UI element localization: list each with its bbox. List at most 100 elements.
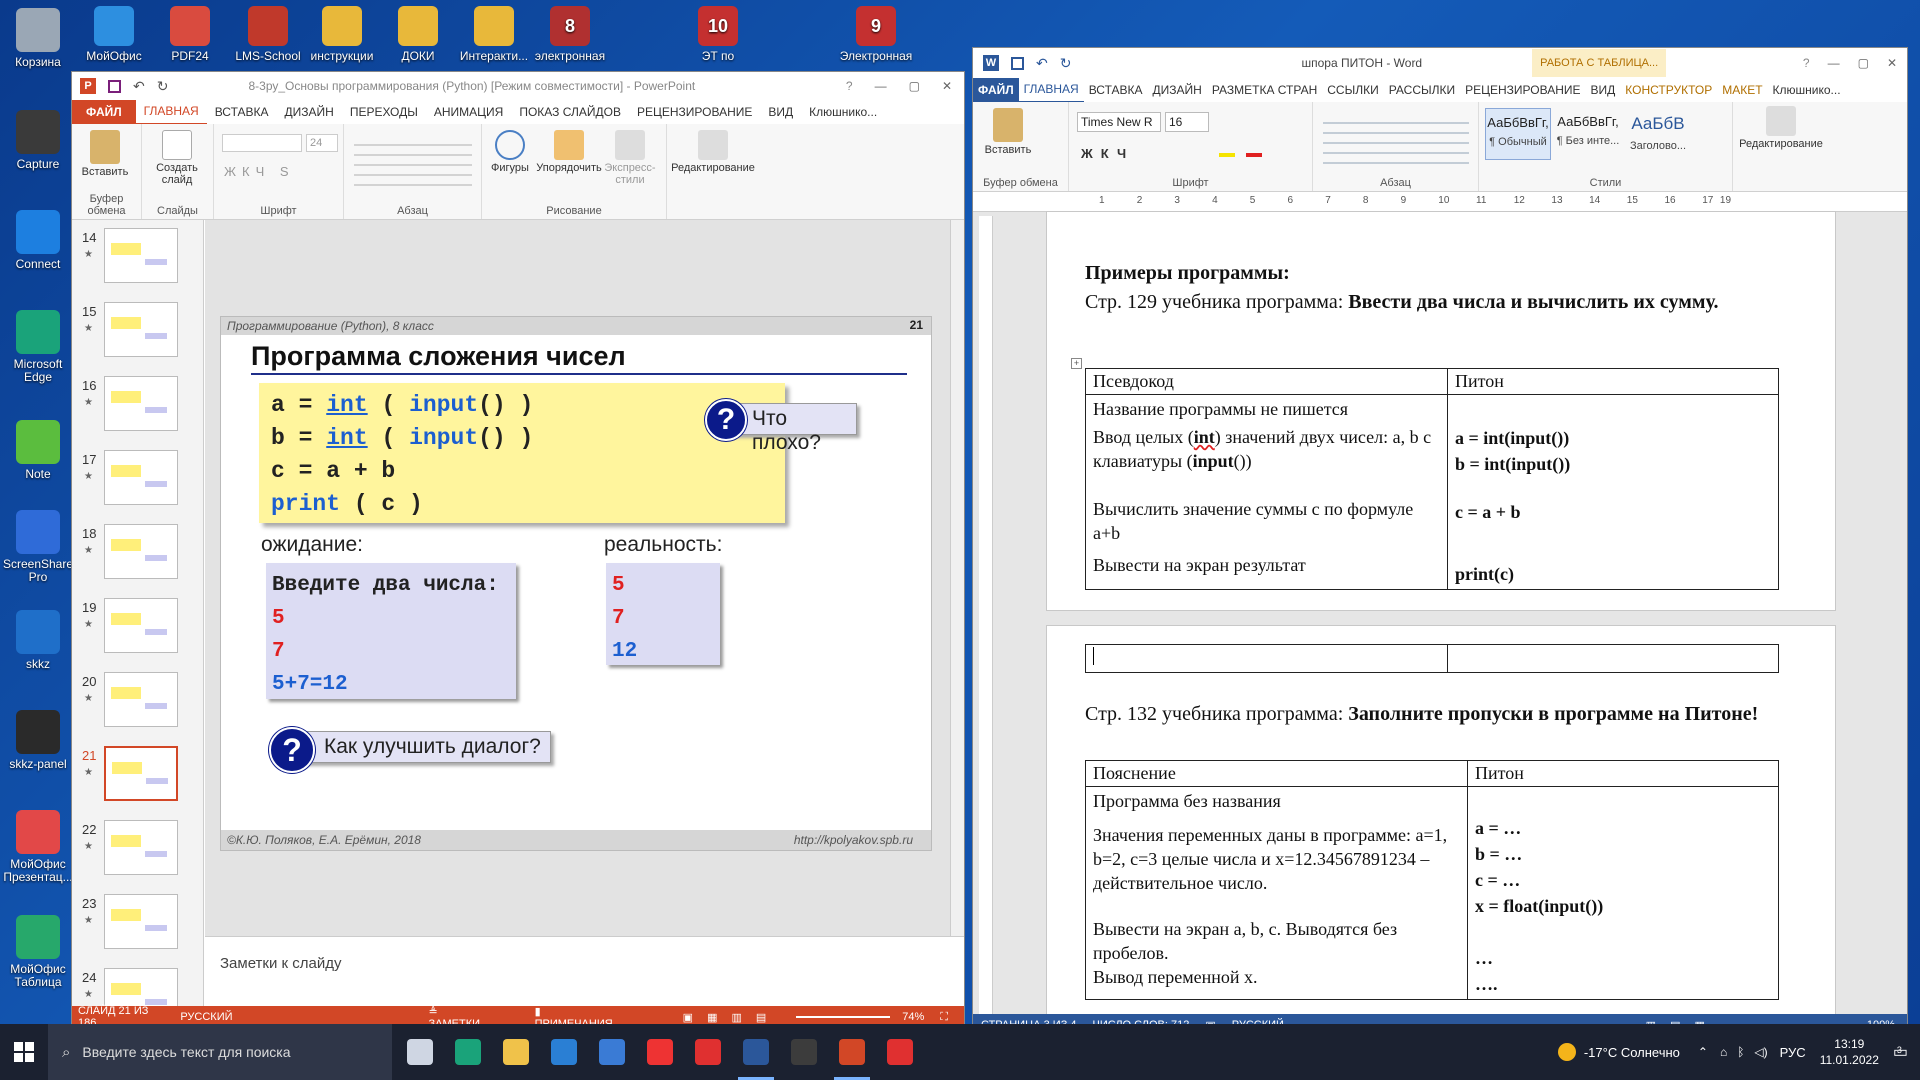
desktop-icon[interactable]: Microsoft Edge	[0, 310, 76, 384]
desktop-icon[interactable]: ScreenShare Pro	[0, 510, 76, 584]
ribbon-tab[interactable]: РАЗМЕТКА СТРАН	[1207, 78, 1322, 102]
style-gallery-item[interactable]: АаБбВвГг, ¶ Обычный	[1485, 108, 1551, 160]
notification-center-button[interactable]: ▭ 3	[1893, 1042, 1908, 1062]
ribbon-tab[interactable]: Клюшнико...	[801, 100, 885, 124]
taskbar-app-powerpoint[interactable]	[828, 1024, 876, 1080]
taskbar-app-task-view[interactable]	[396, 1024, 444, 1080]
taskbar-app-yandex-music[interactable]	[636, 1024, 684, 1080]
paragraph-buttons[interactable]	[354, 136, 472, 186]
desktop-icon[interactable]: 8 электронная	[532, 6, 608, 63]
save-icon[interactable]	[1011, 56, 1024, 70]
zoom-level[interactable]: 74%	[902, 1011, 924, 1023]
maximize-button[interactable]: ▢	[1858, 56, 1869, 70]
clock[interactable]: 13:19 11.01.2022	[1820, 1036, 1879, 1068]
search-box[interactable]: ⌕ Введите здесь текст для поиска	[48, 1024, 392, 1080]
desktop-icon[interactable]: LMS-School	[230, 6, 306, 63]
ribbon-tab[interactable]: ФАЙЛ	[973, 78, 1019, 102]
ribbon-tab[interactable]: ВСТАВКА	[1084, 78, 1148, 102]
desktop-icon[interactable]: Корзина	[0, 8, 76, 69]
desktop-icon[interactable]: PDF24	[152, 6, 228, 63]
taskbar-app-mail[interactable]	[540, 1024, 588, 1080]
taskbar-app-yandex[interactable]	[684, 1024, 732, 1080]
ribbon-tab[interactable]: МАКЕТ	[1717, 78, 1767, 102]
ribbon-tab[interactable]: ССЫЛКИ	[1322, 78, 1383, 102]
paragraph-buttons[interactable]	[1323, 114, 1469, 164]
desktop-icon[interactable]: Note	[0, 420, 76, 481]
ribbon-tab[interactable]: КОНСТРУКТОР	[1620, 78, 1717, 102]
new-slide-button[interactable]: Создать слайд	[152, 130, 202, 186]
empty-table[interactable]	[1085, 644, 1779, 673]
font-size-select[interactable]: 16	[1165, 112, 1209, 132]
desktop-icon[interactable]: skkz	[0, 610, 76, 671]
ribbon-tab[interactable]: ВИД	[1586, 78, 1621, 102]
style-gallery-item[interactable]: АаБбВ Заголово...	[1625, 108, 1691, 160]
table-move-handle[interactable]: +	[1071, 358, 1082, 369]
language-indicator[interactable]: РУССКИЙ	[180, 1011, 232, 1023]
ribbon-tab[interactable]: ДИЗАЙН	[277, 100, 342, 124]
bluetooth-icon[interactable]: ᛒ	[1737, 1045, 1744, 1059]
editing-button[interactable]: Редактирование	[671, 130, 755, 174]
font-name-select[interactable]: Times New R	[1077, 112, 1161, 132]
minimize-button[interactable]: —	[1828, 56, 1840, 70]
horizontal-ruler[interactable]: 1 2 3 4 5 6 7 8 9 10 11 12 13 14 15 16 17 19	[973, 192, 1907, 212]
desktop-icon[interactable]: 10 ЭТ по	[680, 6, 756, 63]
editing-button[interactable]: Редактирование	[1737, 106, 1825, 150]
pseudocode-table[interactable]: Псевдокод Питон Название программы не пиш…	[1085, 368, 1779, 590]
desktop-icon[interactable]: МойОфис Презентац...	[0, 810, 76, 884]
ribbon-tab[interactable]: РЕЦЕНЗИРОВАНИЕ	[1460, 78, 1585, 102]
ribbon-tab[interactable]: ДИЗАЙН	[1148, 78, 1207, 102]
style-gallery-item[interactable]: АаБбВвГг, ¶ Без инте...	[1555, 108, 1621, 160]
slide-thumbnail[interactable]: 22 ★	[72, 818, 203, 890]
desktop-icon[interactable]: МойОфис Таблица	[0, 915, 76, 989]
ribbon-tab[interactable]: ПОКАЗ СЛАЙДОВ	[511, 100, 629, 124]
fill-gaps-table[interactable]: Пояснение Питон Программа без названия Зн…	[1085, 760, 1779, 1000]
slide-thumbnail[interactable]: 23 ★	[72, 892, 203, 964]
slide-thumbnail[interactable]: 24 ★	[72, 966, 203, 1006]
minimize-button[interactable]: —	[875, 79, 887, 93]
undo-icon[interactable]: ↶	[1036, 55, 1048, 72]
font-format-buttons[interactable]: ЖКЧ	[1081, 146, 1134, 161]
slide-scrollbar[interactable]	[950, 220, 964, 936]
desktop-icon[interactable]: Интеракти...	[456, 6, 532, 63]
taskbar-app-explorer[interactable]	[492, 1024, 540, 1080]
quick-styles-button[interactable]: Экспресс-стили	[602, 130, 658, 186]
ribbon-tab[interactable]: АНИМАЦИЯ	[426, 100, 511, 124]
font-color-swatches[interactable]	[1219, 146, 1263, 160]
ribbon-tab[interactable]: Клюшнико...	[1768, 78, 1846, 102]
taskbar-app-word[interactable]	[732, 1024, 780, 1080]
font-size-select[interactable]: 24	[306, 134, 338, 152]
ribbon-tab[interactable]: ВИД	[760, 100, 801, 124]
weather-icon[interactable]	[1557, 1043, 1576, 1061]
slide-thumbnail[interactable]: 21 ★	[72, 744, 203, 816]
slide-thumbnail[interactable]: 16 ★	[72, 374, 203, 446]
document-page-1[interactable]: Примеры программы: Стр. 129 учебника про…	[1047, 212, 1835, 610]
undo-icon[interactable]: ↶	[133, 78, 145, 95]
input-language[interactable]: РУС	[1780, 1045, 1806, 1060]
taskbar-app-abbyy[interactable]	[780, 1024, 828, 1080]
view-buttons[interactable]: ▣▦▥▤	[683, 1011, 781, 1024]
fit-slide-icon[interactable]: ⛶	[940, 1011, 948, 1024]
font-format-buttons[interactable]: ЖКЧ S	[224, 164, 295, 179]
taskbar-app-yandex-browser[interactable]	[876, 1024, 924, 1080]
network-icon[interactable]: ⌂	[1720, 1045, 1727, 1059]
document-page-2[interactable]: Стр. 132 учебника программа: Заполните п…	[1047, 626, 1835, 1026]
ribbon-tab[interactable]: ГЛАВНАЯ	[135, 99, 207, 125]
redo-icon[interactable]: ↻	[157, 78, 169, 95]
paste-button[interactable]: Вставить	[80, 130, 130, 178]
slide-thumbnail[interactable]: 17 ★	[72, 448, 203, 520]
desktop-icon[interactable]: 9 Электронная	[838, 6, 914, 63]
arrange-button[interactable]: Упорядочить	[534, 130, 604, 174]
close-button[interactable]: ✕	[1887, 56, 1897, 70]
paste-button[interactable]: Вставить	[983, 108, 1033, 156]
weather-text[interactable]: -17°C Солнечно	[1584, 1045, 1680, 1060]
desktop-icon[interactable]: МойОфис	[76, 6, 152, 63]
ribbon-tab[interactable]: ГЛАВНАЯ	[1018, 77, 1084, 103]
desktop-icon[interactable]: skkz-panel	[0, 710, 76, 771]
taskbar-app-store[interactable]	[588, 1024, 636, 1080]
save-icon[interactable]	[108, 79, 121, 93]
slide-thumbnail[interactable]: 18 ★	[72, 522, 203, 594]
slide-thumbnail[interactable]: 20 ★	[72, 670, 203, 742]
slide-thumbnails-pane[interactable]: 14 ★ 15 ★ 16 ★ 17 ★ 18 ★ 19 ★ 20 ★ 21 ★ 22 ★ 23 ★ 24 ★	[72, 220, 204, 1006]
desktop-icon[interactable]: Capture	[0, 110, 76, 171]
help-icon[interactable]: ?	[846, 79, 853, 93]
